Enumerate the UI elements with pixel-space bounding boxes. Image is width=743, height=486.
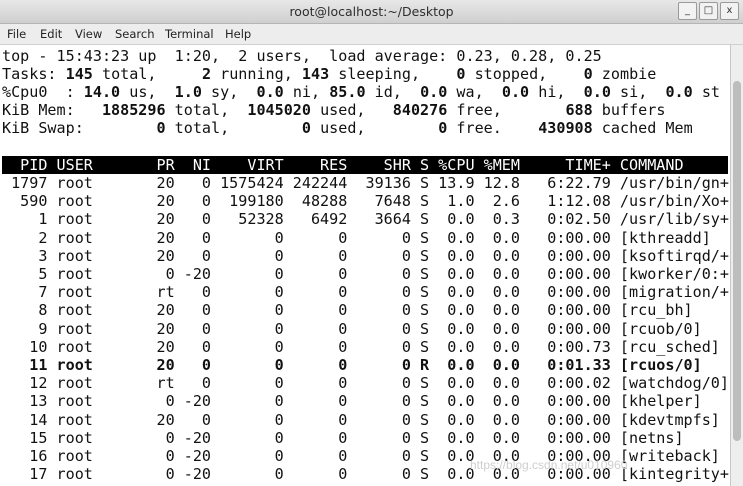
header-row: PID USER PR NI VIRT RES SHR S %CPU %MEM … bbox=[2, 156, 729, 174]
swap-line: KiB Swap: 0 total, 0 used, 0 free. 43090… bbox=[2, 119, 693, 137]
process-row: 12 root rt 0 0 0 0 S 0.0 0.0 0:00.02 [wa… bbox=[2, 374, 729, 393]
summary-value: 1045020 bbox=[238, 101, 311, 119]
summary-label: used, bbox=[310, 101, 375, 119]
summary-label: total, bbox=[165, 101, 239, 119]
summary-value: 1.0 bbox=[165, 83, 202, 101]
terminal-window: root@localhost:~/Desktop _ □ x File Edit… bbox=[0, 0, 743, 486]
cpu-line: %Cpu0 : 14.0 us, 1.0 sy, 0.0 ni, 85.0 id… bbox=[2, 83, 720, 101]
summary-label: free. bbox=[447, 119, 521, 137]
summary-value: 145 bbox=[65, 65, 93, 83]
title-bar[interactable]: root@localhost:~/Desktop _ □ x bbox=[0, 0, 743, 24]
summary-value: 430908 bbox=[520, 119, 593, 137]
summary-label: id, bbox=[365, 83, 411, 101]
menu-search[interactable]: Search bbox=[115, 27, 155, 41]
process-row: 5 root 0 -20 0 0 0 S 0.0 0.0 0:00.00 [kw… bbox=[2, 265, 729, 283]
summary-label: %Cpu0 : bbox=[2, 83, 84, 101]
summary-value: 1885296 bbox=[92, 101, 166, 119]
process-row: 1 root 20 0 52328 6492 3664 S 0.0 0.3 0:… bbox=[2, 210, 729, 229]
summary-value: 0.0 bbox=[656, 83, 693, 101]
scrollbar[interactable] bbox=[730, 45, 743, 486]
process-row: 14 root 20 0 0 0 0 S 0.0 0.0 0:00.00 [kd… bbox=[2, 410, 729, 429]
process-row: 3 root 20 0 0 0 0 S 0.0 0.0 0:00.00 [kso… bbox=[2, 246, 729, 265]
summary-value: 85.0 bbox=[329, 83, 366, 101]
summary-label: sy, bbox=[201, 83, 248, 101]
mem-line: KiB Mem: 1885296 total, 1045020 used, 84… bbox=[2, 101, 665, 119]
uptime-line: top - 15:43:23 up 1:20, 2 users, load av… bbox=[2, 47, 602, 65]
menu-bar: File Edit View Search Terminal Help bbox=[0, 24, 743, 45]
menu-help[interactable]: Help bbox=[225, 27, 251, 41]
summary-label: used, bbox=[310, 119, 375, 137]
process-row: 13 root 0 -20 0 0 0 S 0.0 0.0 0:00.00 [k… bbox=[2, 392, 729, 411]
menu-terminal[interactable]: Terminal bbox=[165, 27, 214, 41]
process-row: 10 root 20 0 0 0 0 S 0.0 0.0 0:00.73 [rc… bbox=[2, 337, 729, 356]
summary-value: 0.0 bbox=[492, 83, 530, 101]
summary-value: 0 bbox=[438, 65, 466, 83]
summary-label: stopped, bbox=[465, 65, 566, 83]
process-row: 11 root 20 0 0 0 0 R 0.0 0.0 0:01.33 [rc… bbox=[2, 356, 729, 374]
summary-label: zombie bbox=[592, 65, 657, 83]
summary-label: KiB Swap: bbox=[2, 119, 93, 137]
summary-label: Tasks: bbox=[2, 65, 66, 83]
process-row: 8 root 20 0 0 0 0 S 0.0 0.0 0:00.00 [rcu… bbox=[2, 301, 729, 320]
minimize-button[interactable]: _ bbox=[678, 2, 697, 20]
tasks-line: Tasks: 145 total, 2 running, 143 sleepin… bbox=[2, 65, 656, 83]
menu-file[interactable]: File bbox=[7, 27, 26, 41]
summary-value: 840276 bbox=[374, 101, 448, 119]
summary-label: wa, bbox=[447, 83, 493, 101]
process-row: 15 root 0 -20 0 0 0 S 0.0 0.0 0:00.00 [n… bbox=[2, 428, 729, 447]
process-row: 7 root rt 0 0 0 0 S 0.0 0.0 0:00.00 [mig… bbox=[2, 283, 729, 302]
summary-label: us, bbox=[120, 83, 166, 101]
menu-view[interactable]: View bbox=[75, 27, 102, 41]
maximize-button[interactable]: □ bbox=[699, 2, 718, 20]
menu-edit[interactable]: Edit bbox=[40, 27, 62, 41]
summary-value: 0 bbox=[92, 119, 166, 137]
process-row: 1797 root 20 0 1575424 242244 39136 S 13… bbox=[2, 174, 729, 192]
process-row: 590 root 20 0 199180 48288 7648 S 1.0 2.… bbox=[2, 192, 729, 211]
summary-value: 143 bbox=[301, 65, 330, 83]
summary-label: buffers bbox=[592, 101, 666, 119]
window-controls: _ □ x bbox=[678, 2, 739, 20]
summary-label: running, bbox=[211, 65, 302, 83]
summary-label: ni, bbox=[283, 83, 330, 101]
summary-label: cached Mem bbox=[592, 119, 693, 137]
summary-value: 0 bbox=[565, 65, 593, 83]
process-table-header: PID USER PR NI VIRT RES SHR S %CPU %MEM … bbox=[2, 156, 728, 174]
summary-value: 0.0 bbox=[574, 83, 611, 101]
summary-label: si, bbox=[610, 83, 657, 101]
close-button[interactable]: x bbox=[720, 2, 739, 20]
summary-label: hi, bbox=[529, 83, 575, 101]
summary-label: st bbox=[692, 83, 720, 101]
summary-value: 688 bbox=[520, 101, 593, 119]
process-row: 2 root 20 0 0 0 0 S 0.0 0.0 0:00.00 [kth… bbox=[2, 228, 729, 247]
summary-label: sleeping, bbox=[329, 65, 439, 83]
window-title: root@localhost:~/Desktop bbox=[289, 4, 454, 19]
summary-value: 0.0 bbox=[247, 83, 284, 101]
summary-label: total, bbox=[165, 119, 239, 137]
summary-value: 14.0 bbox=[83, 83, 121, 101]
summary-label: total, bbox=[92, 65, 184, 83]
watermark: https://blog.csdn.net/u010960 bbox=[470, 458, 628, 472]
summary-value: 0 bbox=[238, 119, 311, 137]
summary-value: 0 bbox=[374, 119, 448, 137]
scrollbar-thumb[interactable] bbox=[733, 81, 741, 441]
process-row: 9 root 20 0 0 0 0 S 0.0 0.0 0:00.00 [rcu… bbox=[2, 319, 729, 338]
summary-value: 2 bbox=[183, 65, 212, 83]
terminal-output[interactable]: top - 15:43:23 up 1:20, 2 users, load av… bbox=[0, 45, 730, 486]
summary-value: 0.0 bbox=[410, 83, 448, 101]
summary-label: free, bbox=[447, 101, 521, 119]
summary-label: KiB Mem: bbox=[2, 101, 93, 119]
